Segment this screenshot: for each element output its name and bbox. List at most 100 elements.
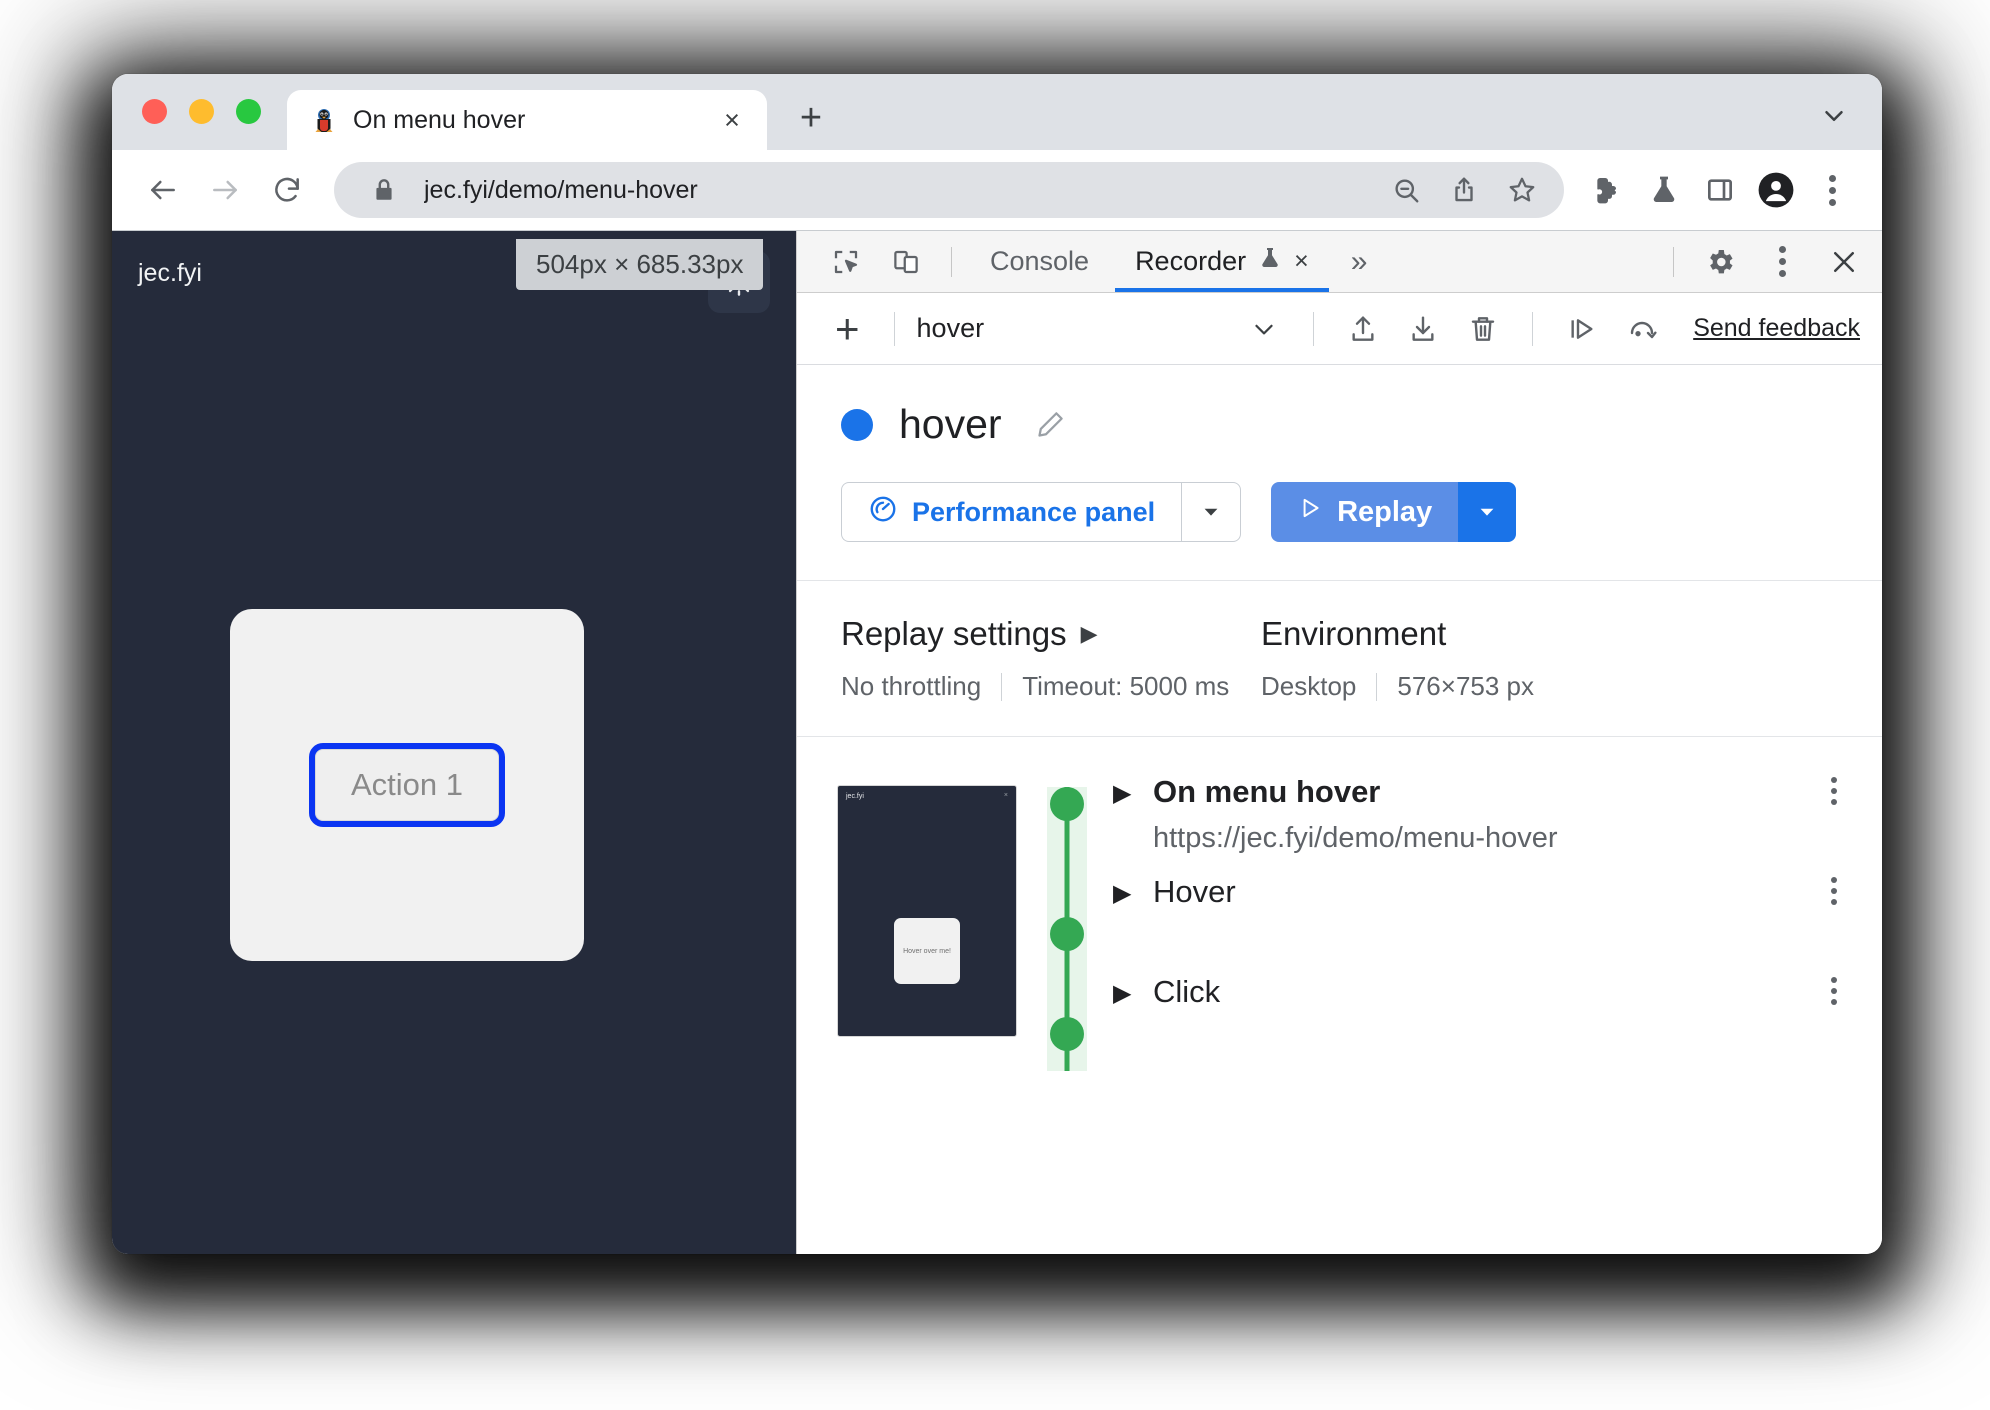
content-area: jec.fyi 504px × 685.33px Action 1 Consol… (112, 230, 1882, 1254)
value-divider (1001, 672, 1003, 701)
action-1-button[interactable]: Action 1 (309, 743, 505, 827)
performance-panel-button-group: Performance panel (841, 482, 1242, 542)
replay-button-group: Replay (1271, 482, 1517, 542)
step-menu-dots (1831, 977, 1837, 1005)
site-logo: jec.fyi (138, 259, 202, 287)
devtools-menu-icon[interactable] (1754, 238, 1810, 286)
new-tab-button[interactable]: + (783, 90, 839, 146)
demo-card: Action 1 (230, 609, 584, 961)
reload-icon[interactable] (258, 161, 316, 219)
device-toolbar-icon[interactable] (879, 238, 933, 286)
step-menu-dots (1831, 877, 1837, 905)
recording-select[interactable]: hover (917, 305, 1292, 353)
step-row[interactable]: ▶ Click (1113, 971, 1858, 1071)
penguin-favicon (311, 107, 337, 133)
replay-settings-toggle[interactable]: Replay settings ▶ (841, 615, 1261, 653)
step-title: On menu hover (1153, 774, 1381, 809)
page-viewport: jec.fyi 504px × 685.33px Action 1 (112, 231, 796, 1254)
trash-icon[interactable] (1456, 305, 1510, 353)
step-menu-icon[interactable] (1810, 773, 1858, 805)
performance-panel-chevron-down-icon[interactable] (1181, 482, 1242, 542)
env-value-divider (1376, 672, 1378, 701)
step-body: Click (1153, 973, 1810, 1012)
close-window-button[interactable] (142, 99, 167, 124)
environment-column: Environment Desktop 576×753 px (1261, 615, 1534, 702)
browser-tab[interactable]: On menu hover × (287, 90, 767, 150)
step-row[interactable]: ▶ On menu hover https://jec.fyi/demo/men… (1113, 771, 1858, 871)
step-menu-icon[interactable] (1810, 873, 1858, 905)
thumbnail-card-label: Hover over me! (903, 947, 951, 955)
back-arrow-icon[interactable] (134, 161, 192, 219)
experiments-flask-icon[interactable] (1638, 164, 1690, 216)
recording-select-label: hover (916, 313, 985, 343)
timeline-node-1 (1050, 787, 1084, 821)
devtools-menu-dots (1778, 246, 1786, 277)
step-menu-icon[interactable] (1810, 973, 1858, 1005)
more-tabs-button[interactable]: » (1335, 245, 1384, 279)
expand-triangle-icon[interactable]: ▶ (1113, 873, 1153, 908)
step-list: ▶ On menu hover https://jec.fyi/demo/men… (1113, 771, 1882, 1071)
replay-loop-icon[interactable] (1615, 305, 1669, 353)
recording-thumbnail: jec.fyi × Hover over me! (837, 785, 1017, 1037)
recorder-action-buttons: Performance panel Replay (841, 448, 1882, 580)
step-title: Hover (1153, 874, 1236, 909)
tab-console-label: Console (990, 246, 1090, 276)
settings-gear-icon[interactable] (1692, 238, 1748, 286)
tab-console[interactable]: Console (970, 232, 1109, 292)
zoom-out-icon[interactable] (1384, 168, 1428, 212)
thumbnail-logo: jec.fyi (846, 793, 864, 800)
close-recorder-tab-button[interactable]: × (1294, 247, 1309, 276)
replay-settings-label: Replay settings (841, 615, 1067, 652)
throttling-value: No throttling (841, 671, 982, 701)
close-devtools-icon[interactable] (1816, 238, 1872, 286)
timeline-node-2 (1050, 917, 1084, 951)
tab-recorder[interactable]: Recorder × (1115, 232, 1329, 292)
share-icon[interactable] (1442, 168, 1486, 212)
step-body: On menu hover https://jec.fyi/demo/menu-… (1153, 773, 1810, 856)
toolbar-divider (951, 246, 952, 277)
tabbar-right-divider (1673, 246, 1674, 277)
step-over-icon[interactable] (1555, 305, 1609, 353)
environment-heading: Environment (1261, 615, 1534, 653)
minimize-window-button[interactable] (189, 99, 214, 124)
viewport-value: 576×753 px (1397, 671, 1535, 701)
window-controls (112, 99, 287, 150)
url-text[interactable]: jec.fyi/demo/menu-hover (424, 176, 1366, 205)
star-icon[interactable] (1500, 168, 1544, 212)
replay-button[interactable]: Replay (1271, 482, 1459, 542)
send-feedback-link[interactable]: Send feedback (1693, 314, 1860, 343)
replay-settings-column: Replay settings ▶ No throttling Timeout:… (841, 615, 1261, 702)
performance-panel-button[interactable]: Performance panel (841, 482, 1182, 542)
recording-title-row: hover (841, 401, 1882, 448)
recording-title: hover (899, 401, 1002, 447)
expand-triangle-icon[interactable]: ▶ (1113, 973, 1153, 1008)
environment-label: Environment (1261, 615, 1447, 652)
add-recording-button[interactable]: + (823, 307, 872, 350)
close-tab-button[interactable]: × (715, 103, 749, 137)
expand-triangle-icon[interactable]: ▶ (1113, 773, 1153, 808)
omnibox[interactable]: jec.fyi/demo/menu-hover (334, 162, 1564, 218)
environment-values: Desktop 576×753 px (1261, 671, 1534, 702)
forward-arrow-icon[interactable] (196, 161, 254, 219)
omnibox-actions (1384, 168, 1556, 212)
inspect-element-icon[interactable] (819, 238, 873, 286)
maximize-window-button[interactable] (236, 99, 261, 124)
step-title: Click (1153, 974, 1221, 1009)
recorder-steps: jec.fyi × Hover over me! ▶ On menu hover… (797, 737, 1882, 1254)
replay-chevron-down-icon[interactable] (1458, 482, 1517, 542)
browser-window: On menu hover × + jec.fyi/demo/menu-hove… (112, 74, 1882, 1254)
screenshot-root: On menu hover × + jec.fyi/demo/menu-hove… (0, 0, 1990, 1410)
export-upload-icon[interactable] (1336, 305, 1390, 353)
side-panel-icon[interactable] (1694, 164, 1746, 216)
tab-search-chevron-down-icon[interactable] (1804, 88, 1864, 144)
recorder-settings-row: Replay settings ▶ No throttling Timeout:… (797, 580, 1882, 737)
profile-avatar-icon[interactable] (1750, 164, 1802, 216)
browser-menu-icon[interactable] (1806, 164, 1858, 216)
import-download-icon[interactable] (1396, 305, 1450, 353)
device-value: Desktop (1261, 671, 1357, 701)
pencil-edit-icon[interactable] (1028, 403, 1072, 447)
devtools-panel: Console Recorder × » + hover Send feedba… (796, 231, 1882, 1254)
step-row[interactable]: ▶ Hover (1113, 871, 1858, 971)
extensions-puzzle-icon[interactable] (1582, 164, 1634, 216)
recording-header: hover Performance panel Replay (797, 365, 1882, 580)
